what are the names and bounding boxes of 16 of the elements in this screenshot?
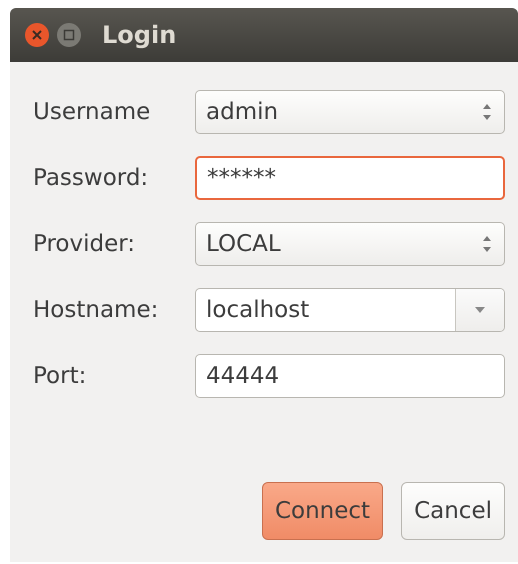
window-title: Login xyxy=(102,21,176,49)
input-field[interactable]: 44444 xyxy=(195,354,505,398)
field-label: Password: xyxy=(33,165,150,191)
maximize-icon[interactable] xyxy=(56,22,82,48)
default-button[interactable]: Connect xyxy=(262,482,384,540)
field-label: Provider: xyxy=(33,231,136,257)
dialog-button[interactable]: Cancel xyxy=(401,482,505,540)
spin-field[interactable]: admin xyxy=(195,90,505,134)
caret-icon xyxy=(473,305,487,315)
field-label: Port: xyxy=(33,363,88,389)
spin-field[interactable]: LOCAL xyxy=(195,222,505,266)
input-field[interactable]: ****** xyxy=(195,156,505,200)
field-label: Hostname: xyxy=(33,297,160,323)
close-icon[interactable] xyxy=(24,22,50,48)
field-label: Username xyxy=(33,99,152,125)
combo-field[interactable]: localhost xyxy=(195,288,505,332)
